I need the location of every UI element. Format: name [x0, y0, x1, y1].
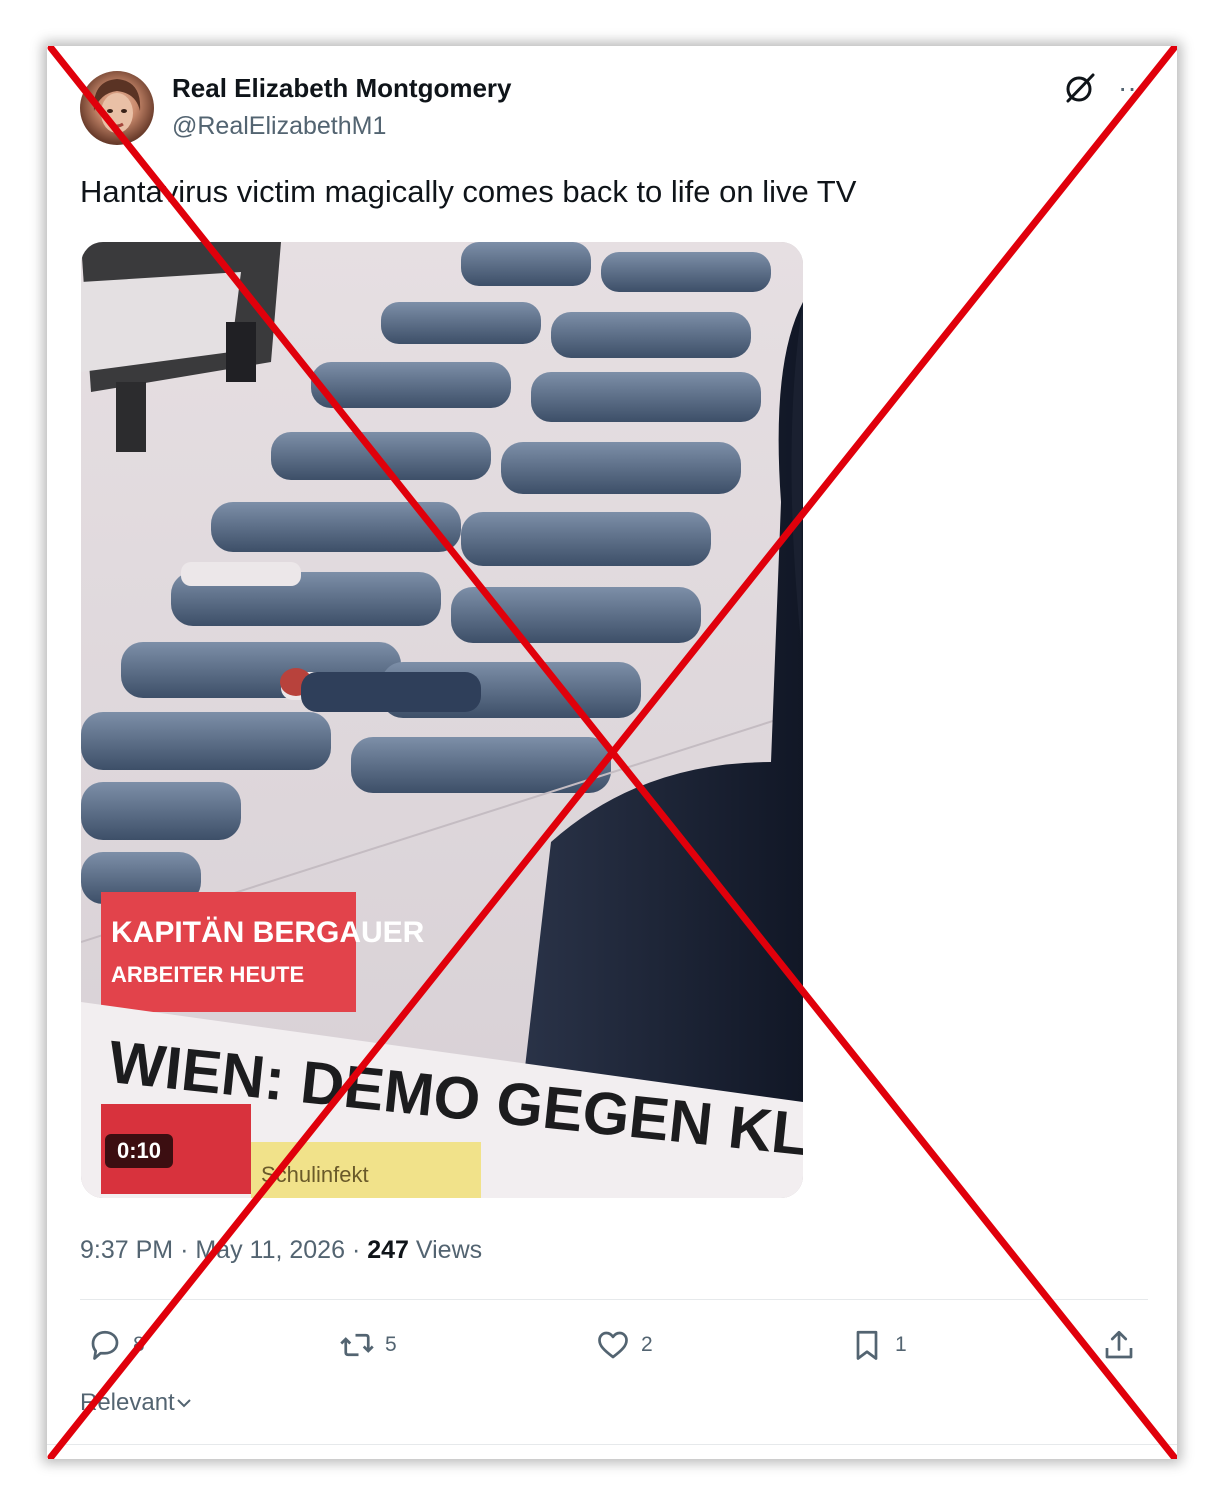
chevron-down-icon [177, 1399, 191, 1408]
repost-icon [340, 1333, 374, 1357]
like-button[interactable]: 2 [595, 1321, 653, 1369]
overlay-tag-top: KAPITÄN BERGAUER [111, 916, 425, 949]
video-duration-badge: 0:10 [105, 1134, 174, 1168]
like-count: 2 [641, 1333, 653, 1356]
repost-button[interactable]: 5 [339, 1321, 397, 1369]
reply-count: 8 [133, 1333, 145, 1356]
display-name[interactable]: Real Elizabeth Montgomery [172, 73, 512, 104]
bookmark-icon [856, 1330, 878, 1360]
repost-count: 5 [385, 1333, 397, 1356]
like-icon [598, 1331, 628, 1359]
share-button[interactable] [1101, 1321, 1137, 1369]
overlay-tag-sub: ARBEITER HEUTE [111, 962, 304, 987]
share-icon [1105, 1330, 1133, 1359]
more-icon[interactable]: ··· [1114, 70, 1150, 106]
replies-sort-dropdown[interactable]: Relevant [80, 1389, 193, 1417]
avatar-image [93, 79, 141, 133]
post-date[interactable]: May 11, 2026 [195, 1236, 345, 1264]
user-handle[interactable]: @RealElizabethM1 [172, 112, 386, 141]
bookmark-count: 1 [895, 1333, 907, 1356]
reply-button[interactable]: 8 [87, 1321, 145, 1369]
bookmark-button[interactable]: 1 [849, 1321, 907, 1369]
post-card: Real Elizabeth Montgomery @RealElizabeth… [47, 46, 1177, 1459]
meta-separator: · [180, 1236, 189, 1264]
overlay-ticker: Schulinfekt [261, 1162, 369, 1187]
post-text: Hantavirus victim magically comes back t… [80, 174, 857, 209]
sort-label: Relevant [80, 1389, 175, 1416]
post-meta: 9:37 PM · May 11, 2026 · 247 Views [80, 1236, 482, 1265]
divider [80, 1299, 1148, 1300]
video-thumbnail: KAPITÄN BERGAUER ARBEITER HEUTE WIEN: DE… [81, 242, 803, 1198]
views-count: 247 [367, 1236, 409, 1264]
avatar[interactable] [80, 71, 154, 145]
meta-separator-2: · [351, 1236, 361, 1264]
bottom-divider [47, 1444, 1177, 1445]
grok-icon[interactable] [1062, 70, 1098, 106]
post-time[interactable]: 9:37 PM [80, 1236, 173, 1264]
video-media[interactable]: KAPITÄN BERGAUER ARBEITER HEUTE WIEN: DE… [81, 242, 803, 1198]
views-label: Views [415, 1236, 483, 1264]
reply-icon [91, 1330, 119, 1360]
